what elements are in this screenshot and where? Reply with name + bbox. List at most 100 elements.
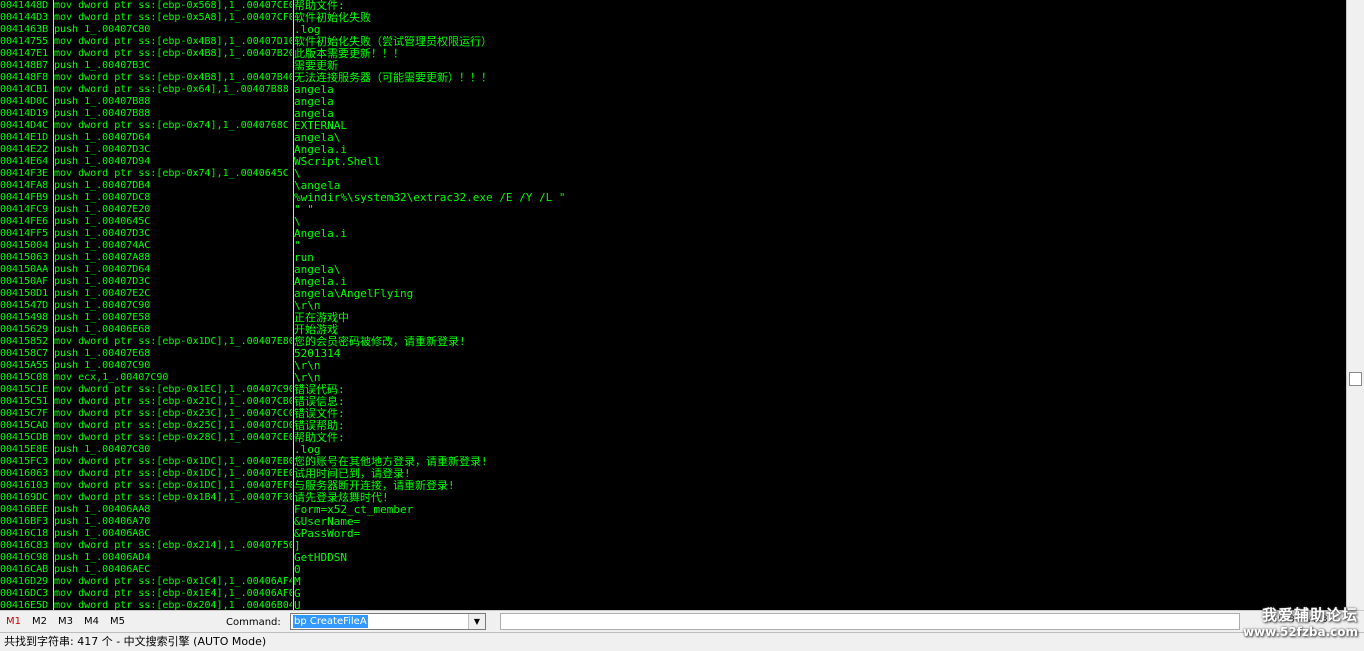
row-text[interactable]: 开始游戏: [294, 324, 1344, 336]
row-address[interactable]: 00414FB9: [0, 192, 52, 204]
vertical-scrollbar[interactable]: [1346, 0, 1364, 610]
row-text[interactable]: angela: [294, 84, 1344, 96]
row-disasm[interactable]: push 1_.00407DB4: [54, 180, 292, 192]
row-disasm[interactable]: push 1_.00406AD4: [54, 552, 292, 564]
row-disasm[interactable]: mov dword ptr ss:[ebp-0x204],1_.00406B04: [54, 600, 292, 610]
row-address[interactable]: 00415FC3: [0, 456, 52, 468]
row-text[interactable]: &UserName=: [294, 516, 1344, 528]
row-address[interactable]: 00414FA8: [0, 180, 52, 192]
row-address[interactable]: 00415C51: [0, 396, 52, 408]
row-text[interactable]: 帮助文件:: [294, 0, 1344, 12]
row-text[interactable]: Angela.i: [294, 144, 1344, 156]
row-disasm[interactable]: push 1_.00407B88: [54, 96, 292, 108]
row-address[interactable]: 00414CB1: [0, 84, 52, 96]
row-address[interactable]: 00414E1D: [0, 132, 52, 144]
row-address[interactable]: 00415A55: [0, 360, 52, 372]
row-disasm[interactable]: mov dword ptr ss:[ebp-0x1B4],1_.00407F30: [54, 492, 292, 504]
row-text[interactable]: 试用时间已到，请登录!: [294, 468, 1344, 480]
row-disasm[interactable]: push 1_.00407D94: [54, 156, 292, 168]
row-disasm[interactable]: mov dword ptr ss:[ebp-0x1DC],1_.00407EE0: [54, 468, 292, 480]
row-address[interactable]: 0041448D: [0, 0, 52, 12]
row-disasm[interactable]: push 1_.00407C80: [54, 24, 292, 36]
row-address[interactable]: 00416C18: [0, 528, 52, 540]
row-text[interactable]: 5201314: [294, 348, 1344, 360]
row-disasm[interactable]: mov dword ptr ss:[ebp-0x4B8],1_.00407D10: [54, 36, 292, 48]
row-text[interactable]: run: [294, 252, 1344, 264]
row-disasm[interactable]: mov dword ptr ss:[ebp-0x28C],1_.00407CE0: [54, 432, 292, 444]
row-text[interactable]: 帮助文件:: [294, 432, 1344, 444]
row-address[interactable]: 004147E1: [0, 48, 52, 60]
row-address[interactable]: 004150D1: [0, 288, 52, 300]
row-disasm[interactable]: mov dword ptr ss:[ebp-0x4B8],1_.00407B20: [54, 48, 292, 60]
row-disasm[interactable]: push 1_.00407D3C: [54, 228, 292, 240]
row-text[interactable]: G: [294, 588, 1344, 600]
string-listing[interactable]: 0041448D 004144D3 0041463B 00414755 004147E1…: [0, 0, 1346, 610]
row-text[interactable]: ]: [294, 540, 1344, 552]
row-text[interactable]: angela: [294, 108, 1344, 120]
row-disasm[interactable]: mov dword ptr ss:[ebp-0x5A8],1_.00407CF0: [54, 12, 292, 24]
row-address[interactable]: 0041463B: [0, 24, 52, 36]
row-address[interactable]: 00414FF5: [0, 228, 52, 240]
row-text[interactable]: EXTERNAL: [294, 120, 1344, 132]
row-disasm[interactable]: push 1_.00407C80: [54, 444, 292, 456]
row-disasm[interactable]: push 1_.00407D3C: [54, 144, 292, 156]
row-address[interactable]: 00415E8E: [0, 444, 52, 456]
row-disasm[interactable]: push 1_.00407DC8: [54, 192, 292, 204]
row-text[interactable]: 错误文件:: [294, 408, 1344, 420]
row-address[interactable]: 00415C7F: [0, 408, 52, 420]
row-text[interactable]: &PassWord=: [294, 528, 1344, 540]
row-text[interactable]: \: [294, 216, 1344, 228]
row-text[interactable]: Angela.i: [294, 276, 1344, 288]
row-address[interactable]: 00416103: [0, 480, 52, 492]
row-address[interactable]: 00414FE6: [0, 216, 52, 228]
command-input-value[interactable]: bp CreateFileA: [293, 615, 368, 628]
row-disasm[interactable]: mov dword ptr ss:[ebp-0x64],1_.00407B88: [54, 84, 292, 96]
row-disasm[interactable]: push 1_.00406AA8: [54, 504, 292, 516]
row-text[interactable]: 您的会员密码被修改，请重新登录!: [294, 336, 1344, 348]
row-text[interactable]: %windir%\system32\extrac32.exe /E /Y /L …: [294, 192, 1344, 204]
row-text[interactable]: \: [294, 168, 1344, 180]
row-address[interactable]: 00416E5D: [0, 600, 52, 610]
row-text[interactable]: WScript.Shell: [294, 156, 1344, 168]
row-address[interactable]: 00415CAD: [0, 420, 52, 432]
row-disasm[interactable]: push 1_.00406AEC: [54, 564, 292, 576]
row-disasm[interactable]: push 1_.00406E68: [54, 324, 292, 336]
row-disasm[interactable]: push 1_.00407C90: [54, 300, 292, 312]
row-disasm[interactable]: push 1_.00407B88: [54, 108, 292, 120]
row-text[interactable]: 0: [294, 564, 1344, 576]
row-disasm[interactable]: push 1_.00407A88: [54, 252, 292, 264]
row-disasm[interactable]: mov dword ptr ss:[ebp-0x23C],1_.00407CC0: [54, 408, 292, 420]
row-text[interactable]: 软件初始化失败（尝试管理员权限运行）: [294, 36, 1344, 48]
row-text[interactable]: 软件初始化失败: [294, 12, 1344, 24]
row-address[interactable]: 00415063: [0, 252, 52, 264]
row-disasm[interactable]: mov dword ptr ss:[ebp-0x25C],1_.00407CD0: [54, 420, 292, 432]
row-disasm[interactable]: mov dword ptr ss:[ebp-0x1DC],1_.00407EB0: [54, 456, 292, 468]
row-text[interactable]: \r\n: [294, 300, 1344, 312]
m1-button[interactable]: M1: [6, 615, 21, 629]
row-address[interactable]: 00415CDB: [0, 432, 52, 444]
row-address[interactable]: 00416C98: [0, 552, 52, 564]
row-disasm[interactable]: mov dword ptr ss:[ebp-0x1DC],1_.00407E80: [54, 336, 292, 348]
row-text[interactable]: M: [294, 576, 1344, 588]
row-address[interactable]: 00414D19: [0, 108, 52, 120]
row-disasm[interactable]: push 1_.0040645C: [54, 216, 292, 228]
row-disasm[interactable]: mov dword ptr ss:[ebp-0x1EC],1_.00407C90: [54, 384, 292, 396]
row-text[interactable]: \r\n: [294, 360, 1344, 372]
row-text[interactable]: 您的账号在其他地方登录，请重新登录!: [294, 456, 1344, 468]
row-text[interactable]: angela\AngelFlying: [294, 288, 1344, 300]
row-address[interactable]: 00414E22: [0, 144, 52, 156]
row-address[interactable]: 00414755: [0, 36, 52, 48]
m4-button[interactable]: M4: [84, 615, 99, 629]
row-disasm[interactable]: push 1_.00406A70: [54, 516, 292, 528]
row-text[interactable]: 请先登录炫舞时代!: [294, 492, 1344, 504]
row-text[interactable]: angela\: [294, 132, 1344, 144]
row-text[interactable]: U: [294, 600, 1344, 610]
row-address[interactable]: 00416DC3: [0, 588, 52, 600]
m2-button[interactable]: M2: [32, 615, 47, 629]
row-text[interactable]: 错误信息:: [294, 396, 1344, 408]
row-text[interactable]: 需要更新: [294, 60, 1344, 72]
row-disasm[interactable]: mov dword ptr ss:[ebp-0x4B8],1_.00407B40: [54, 72, 292, 84]
row-address[interactable]: 004150AF: [0, 276, 52, 288]
row-disasm[interactable]: mov dword ptr ss:[ebp-0x21C],1_.00407CB0: [54, 396, 292, 408]
row-address[interactable]: 00414D0C: [0, 96, 52, 108]
